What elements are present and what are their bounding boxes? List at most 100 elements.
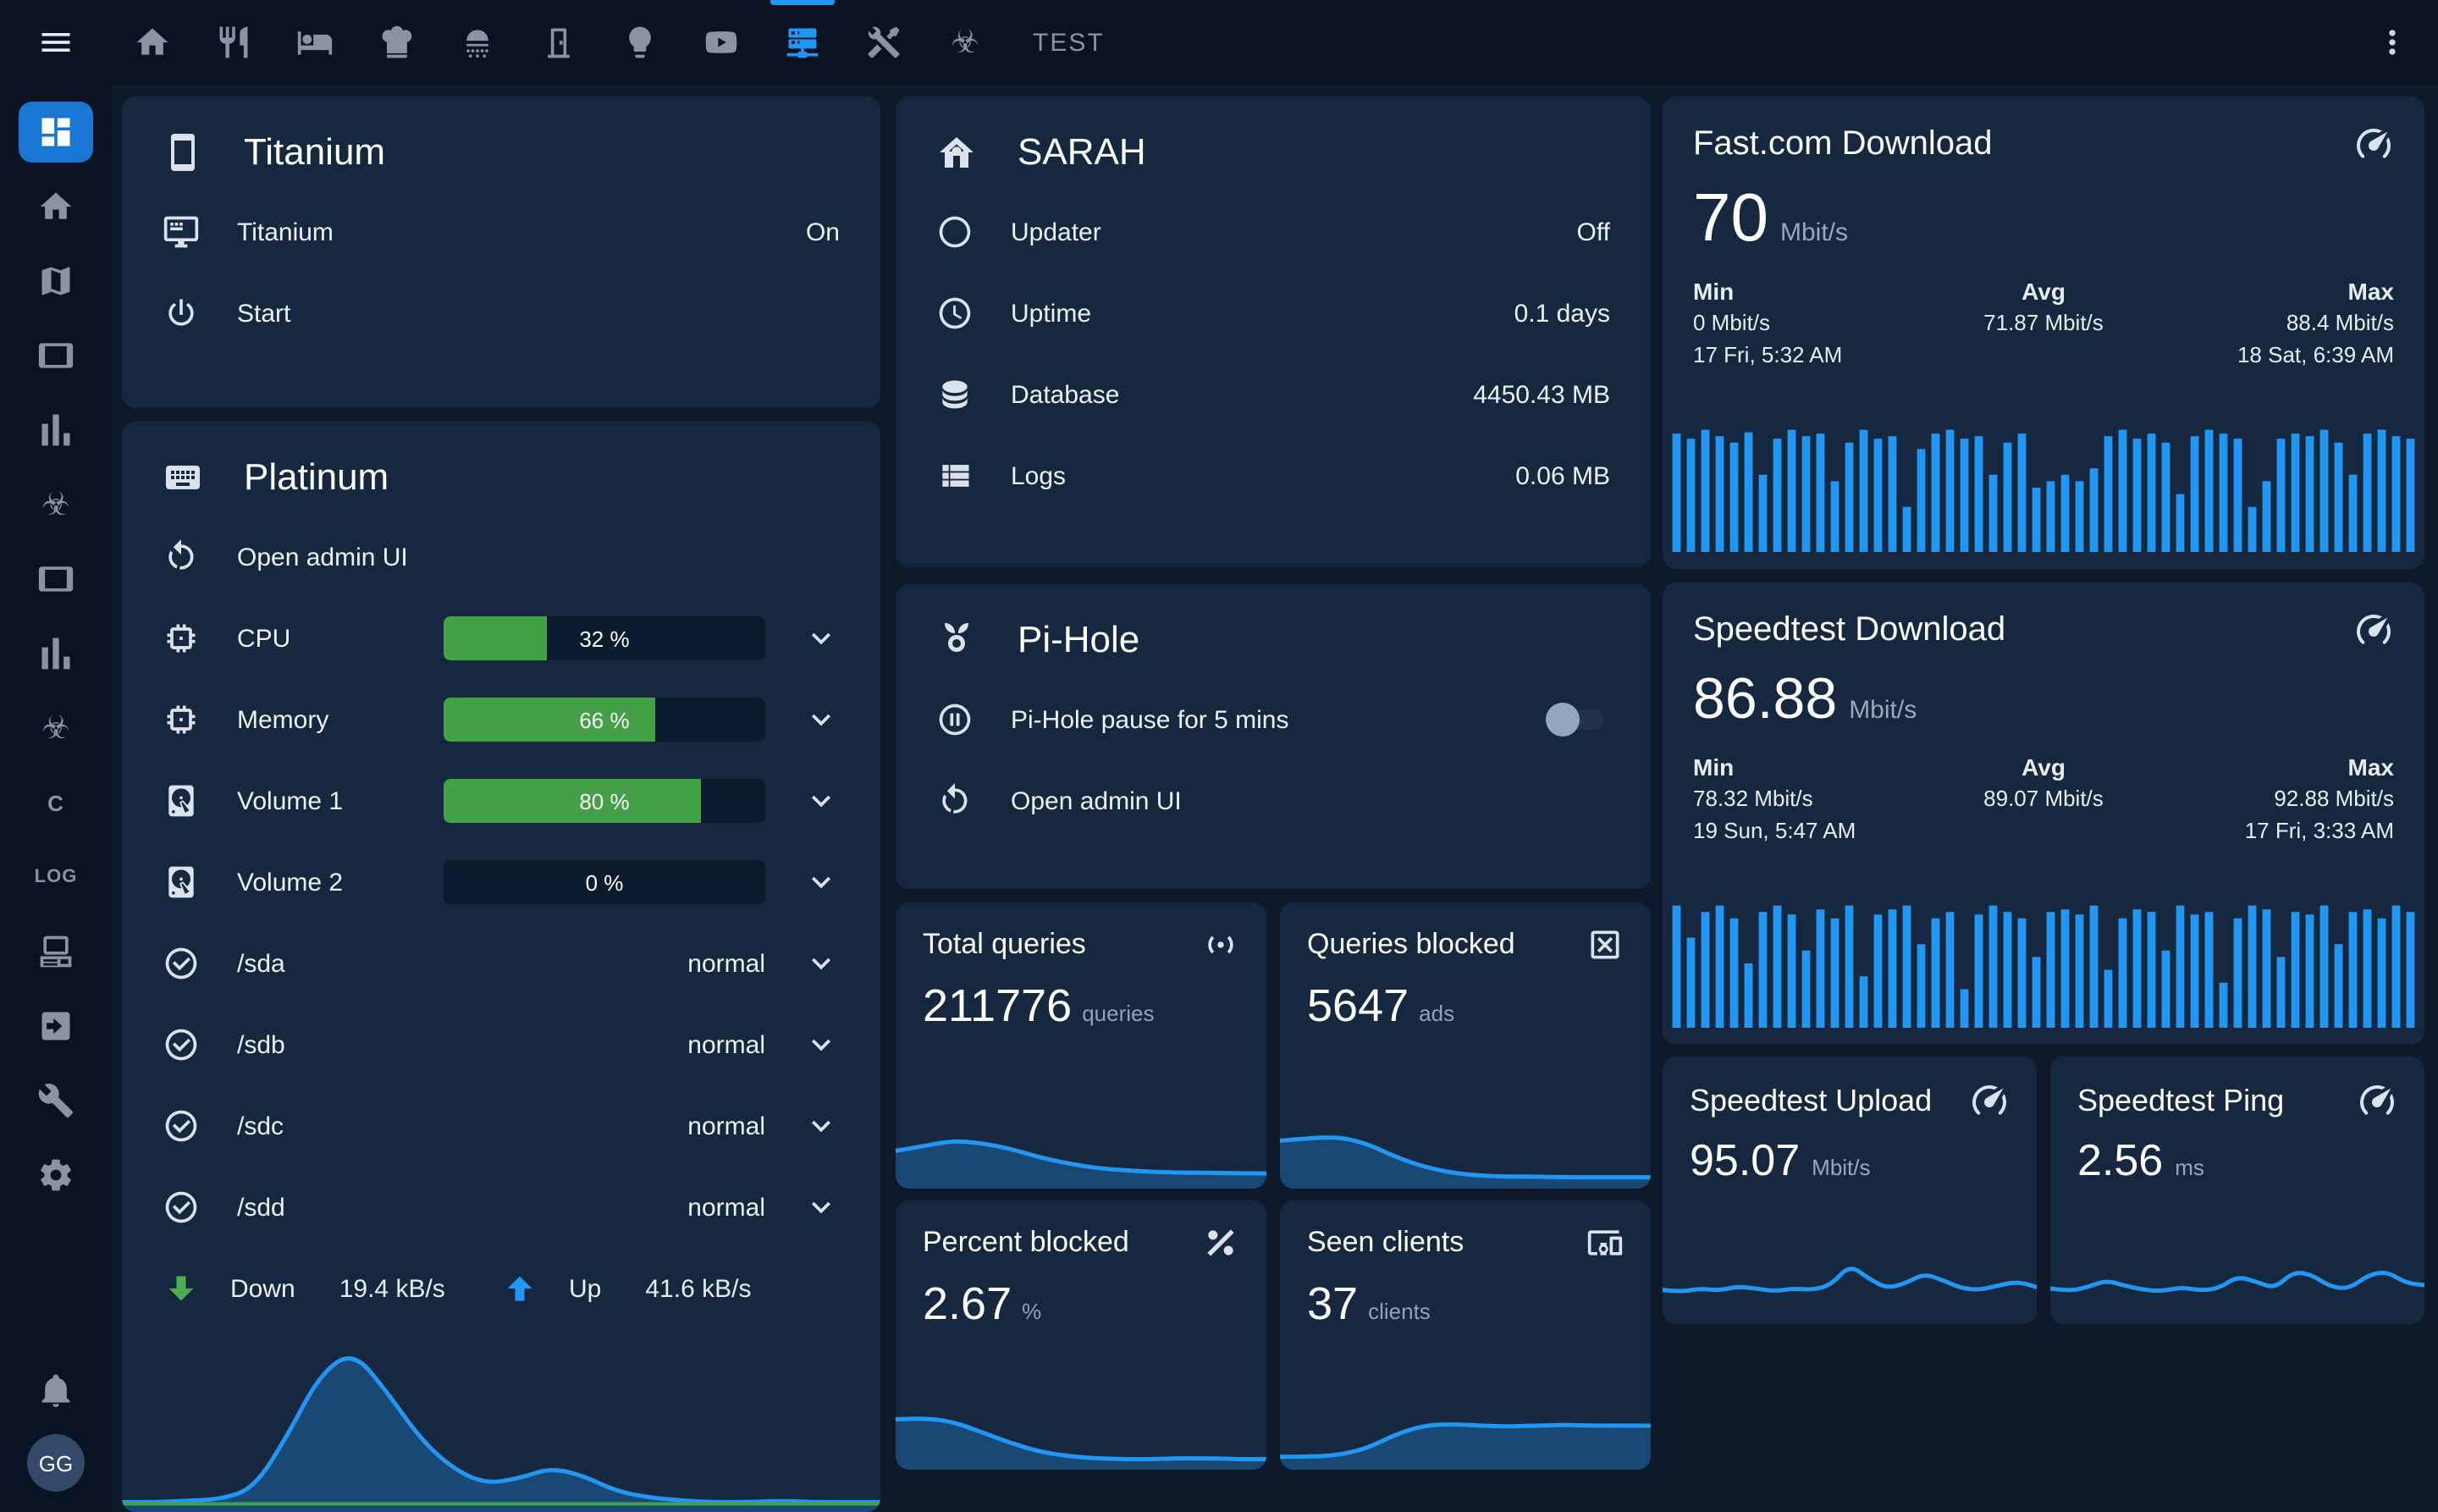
cellphone-icon [163,132,203,173]
tablet-icon [37,560,74,598]
stat-value: 5647 [1307,980,1409,1033]
sidebar-item-settings[interactable] [19,1145,93,1206]
chevron-down-icon[interactable] [803,782,840,819]
tab-bathroom[interactable] [437,0,518,85]
entity-row-updater[interactable]: Updater Off [896,191,1651,273]
entity-row-start[interactable]: Start [122,273,880,354]
tab-network-active[interactable] [762,0,843,85]
tab-bedroom[interactable] [274,0,356,85]
entity-row-database[interactable]: Database 4450.43 MB [896,354,1651,435]
download-throughput[interactable]: Down 19.4 kB/s [163,1270,501,1307]
gauge-row-cpu[interactable]: CPU 32 % [122,598,880,679]
stat-value: 37 [1307,1278,1358,1331]
sidebar-item-home[interactable] [19,176,93,237]
sidebar-item-dashboard[interactable] [19,102,93,163]
volume1-progress-bar: 80 % [444,779,765,823]
min-date: 17 Fri, 5:32 AM [1693,340,1927,372]
gauge-row-volume2[interactable]: Volume 2 0 % [122,842,880,923]
dashboard-icon [37,113,74,151]
sidebar-item-tablet[interactable] [19,325,93,386]
tab-biohazard[interactable]: ☣ [924,0,1006,85]
sidebar-item-biohazard[interactable]: ☣ [19,474,93,535]
sidebar-item-tablet-2[interactable] [19,549,93,610]
disk-label: /sdd [237,1193,285,1222]
fastcom-download-card[interactable]: Fast.com Download 70Mbit/s Min 0 Mbit/s … [1663,97,2424,569]
sidebar-item-exit[interactable] [19,996,93,1057]
tab-test[interactable]: TEST [1006,0,1132,85]
tab-lights[interactable] [599,0,681,85]
sidebar-item-stats-2[interactable] [19,623,93,684]
tools-icon [865,24,902,61]
card-title: Speedtest Ping [2077,1083,2284,1118]
max-value: 92.88 Mbit/s [2160,785,2394,817]
sidebar-item-stats[interactable] [19,400,93,461]
disk-row-sdd[interactable]: /sdd normal [122,1167,880,1248]
bell-icon [37,1371,74,1409]
stat-title: Percent blocked [923,1226,1129,1260]
chevron-down-icon[interactable] [803,1189,840,1226]
menu-button[interactable] [0,24,112,61]
queries-blocked-card[interactable]: Queries blocked 5647ads [1280,902,1651,1189]
log-icon: LOG [35,867,78,887]
upload-throughput[interactable]: Up 41.6 kB/s [501,1270,840,1307]
gauge-row-volume1[interactable]: Volume 1 80 % [122,760,880,842]
overflow-menu-button[interactable] [2374,24,2411,61]
home-icon [134,24,171,61]
pihole-pause-row[interactable]: Pi-Hole pause for 5 mins [896,679,1651,760]
youtube-icon [703,24,740,61]
tab-cooking[interactable] [356,0,437,85]
speedtest-upload-card[interactable]: Speedtest Upload 95.07Mbit/s [1663,1057,2037,1324]
entity-row-logs[interactable]: Logs 0.06 MB [896,435,1651,516]
tab-media[interactable] [681,0,762,85]
pihole-pause-toggle[interactable] [1546,706,1610,733]
seen-clients-card[interactable]: Seen clients 37clients [1280,1200,1651,1470]
entity-row-uptime[interactable]: Uptime 0.1 days [896,273,1651,354]
entity-label: Updater [1011,218,1101,246]
total-queries-card[interactable]: Total queries 211776queries [896,902,1266,1189]
chevron-down-icon[interactable] [803,1107,840,1145]
avg-value: 89.07 Mbit/s [1927,785,2160,817]
biohazard-icon: ☣ [41,488,70,521]
sidebar-item-wrench[interactable] [19,1070,93,1131]
chevron-down-icon[interactable] [803,701,840,738]
sidebar-item-map[interactable] [19,251,93,312]
biohazard-icon: ☣ [41,712,70,744]
pause-circle-icon [936,701,974,738]
close-box-icon [1586,926,1624,963]
sidebar-item-log[interactable]: LOG [19,847,93,908]
chevron-down-icon[interactable] [803,1026,840,1063]
chevron-down-icon[interactable] [803,620,840,657]
arrow-up-icon [501,1270,538,1307]
entity-state: On [806,218,840,246]
tab-doors[interactable] [518,0,599,85]
sidebar-item-desktop[interactable] [19,921,93,982]
server-network-icon [784,24,821,61]
percent-blocked-card[interactable]: Percent blocked 2.67% [896,1200,1266,1470]
pihole-icon [936,620,977,660]
tab-tools[interactable] [843,0,924,85]
tab-kitchen[interactable] [193,0,274,85]
entity-row-titanium[interactable]: Titanium On [122,191,880,273]
tab-home[interactable] [112,0,193,85]
stat-value: 2.67 [923,1278,1012,1331]
chevron-down-icon[interactable] [803,945,840,982]
sidebar-item-c[interactable]: C [19,772,93,833]
disk-row-sda[interactable]: /sda normal [122,923,880,1004]
avg-label: Avg [1927,274,2160,309]
card-title: Speedtest Upload [1690,1083,1932,1118]
pihole-admin-row[interactable]: Open admin UI [896,760,1651,842]
speedtest-ping-card[interactable]: Speedtest Ping 2.56ms [2050,1057,2424,1324]
sidebar-item-biohazard-2[interactable]: ☣ [19,698,93,759]
speed-unit: Mbit/s [1780,218,1848,247]
notifications-button[interactable] [19,1360,93,1421]
disk-row-sdb[interactable]: /sdb normal [122,1004,880,1085]
avg-value: 71.87 Mbit/s [1927,309,2160,341]
open-admin-ui-row[interactable]: Open admin UI [122,516,880,598]
entity-label: Start [237,299,290,328]
speedtest-download-card[interactable]: Speedtest Download 86.88Mbit/s Min 78.32… [1663,582,2424,1045]
disk-row-sdc[interactable]: /sdc normal [122,1085,880,1167]
disk-state: normal [687,1112,765,1140]
avatar[interactable]: GG [27,1434,85,1492]
gauge-row-memory[interactable]: Memory 66 % [122,679,880,760]
chevron-down-icon[interactable] [803,864,840,901]
